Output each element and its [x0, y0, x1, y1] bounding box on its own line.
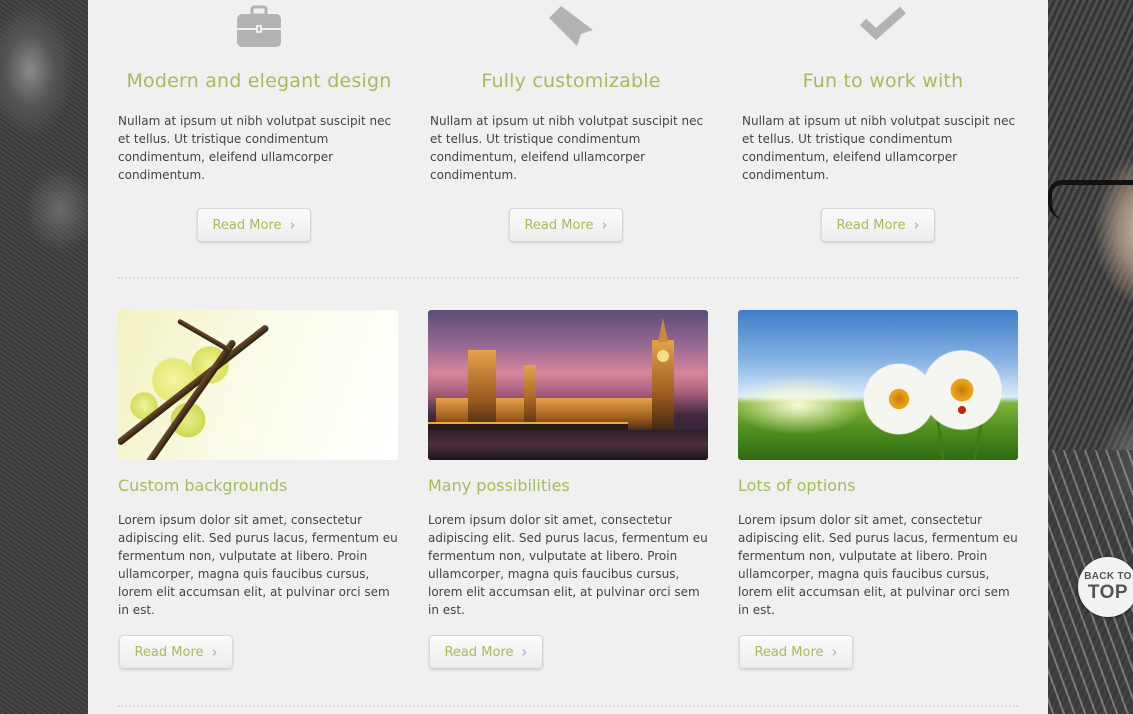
- card-title[interactable]: Custom backgrounds: [118, 476, 287, 495]
- feature-title: Fully customizable: [481, 70, 661, 92]
- orchid-photo[interactable]: [118, 310, 398, 460]
- back-to-top-button[interactable]: BACK TO TOP: [1078, 557, 1133, 617]
- checkmark-icon: [742, 4, 1024, 50]
- chevron-right-icon: ›: [913, 215, 920, 234]
- read-more-button[interactable]: Read More ›: [197, 208, 311, 242]
- read-more-button[interactable]: Read More ›: [119, 635, 233, 669]
- london-parliament-photo[interactable]: [428, 310, 708, 460]
- read-more-label: Read More: [836, 217, 906, 233]
- background-glasses-detail: [1048, 180, 1133, 220]
- chevron-right-icon: ›: [601, 215, 608, 234]
- read-more-label: Read More: [444, 644, 514, 660]
- read-more-button[interactable]: Read More ›: [509, 208, 623, 242]
- chevron-right-icon: ›: [831, 642, 838, 661]
- card-text: Lorem ipsum dolor sit amet, consectetur …: [118, 513, 398, 617]
- briefcase-icon: [118, 4, 400, 50]
- read-more-button[interactable]: Read More ›: [429, 635, 543, 669]
- feature-title: Fun to work with: [802, 70, 964, 92]
- chevron-right-icon: ›: [289, 215, 296, 234]
- content-panel: Modern and elegant design Nullam at ipsu…: [88, 0, 1048, 714]
- ribbon-tag-icon: [430, 4, 712, 50]
- read-more-button[interactable]: Read More ›: [739, 635, 853, 669]
- back-to-top-line1: BACK TO: [1084, 571, 1132, 582]
- section-divider: [118, 277, 1018, 279]
- card-text: Lorem ipsum dolor sit amet, consectetur …: [428, 513, 708, 617]
- back-to-top-line2: TOP: [1087, 582, 1129, 603]
- read-more-label: Read More: [524, 217, 594, 233]
- read-more-label: Read More: [212, 217, 282, 233]
- background-photo-left: [0, 0, 88, 714]
- feature-text: Nullam at ipsum ut nibh volutpat suscipi…: [118, 114, 392, 182]
- card-title[interactable]: Many possibilities: [428, 476, 570, 495]
- section-divider: [118, 705, 1018, 707]
- read-more-label: Read More: [754, 644, 824, 660]
- feature-text: Nullam at ipsum ut nibh volutpat suscipi…: [742, 114, 1016, 182]
- chevron-right-icon: ›: [211, 642, 218, 661]
- daisies-photo[interactable]: [738, 310, 1018, 460]
- feature-text: Nullam at ipsum ut nibh volutpat suscipi…: [430, 114, 704, 182]
- feature-title: Modern and elegant design: [126, 70, 392, 92]
- card-title[interactable]: Lots of options: [738, 476, 856, 495]
- chevron-right-icon: ›: [521, 642, 528, 661]
- read-more-button[interactable]: Read More ›: [821, 208, 935, 242]
- card-text: Lorem ipsum dolor sit amet, consectetur …: [738, 513, 1018, 617]
- read-more-label: Read More: [134, 644, 204, 660]
